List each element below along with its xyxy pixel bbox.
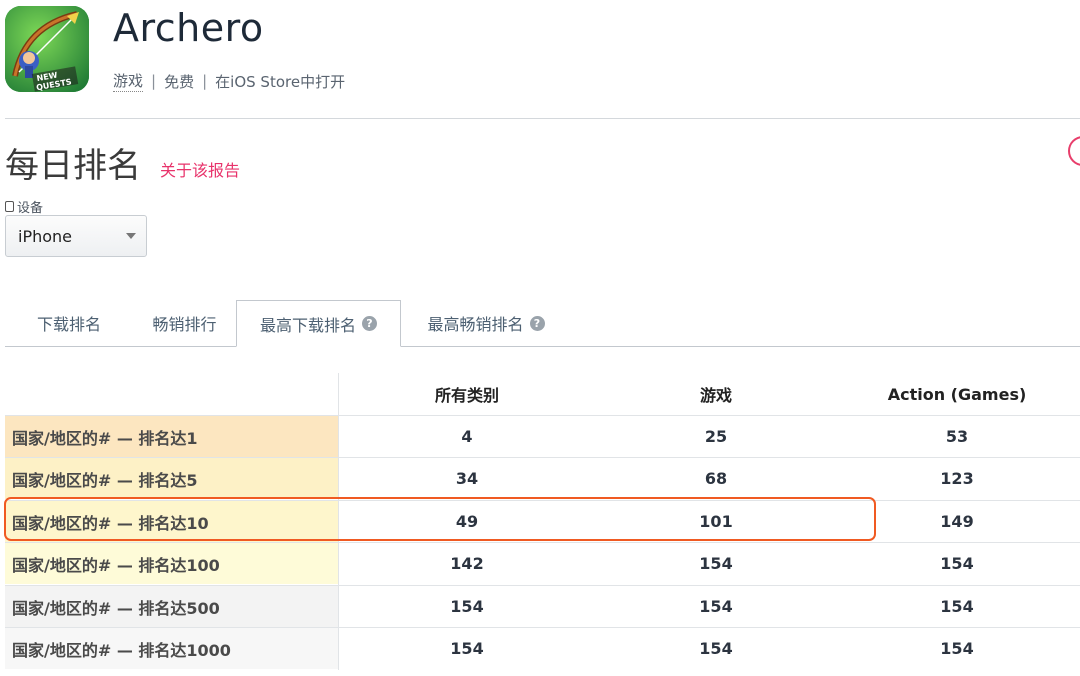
cell-games: 68 [704,469,728,488]
app-meta: 游戏 | 免费 | 在iOS Store中打开 [113,70,345,92]
device-select[interactable]: iPhone [5,215,147,257]
cell-action-games: 53 [945,427,969,446]
app-title: Archero [113,6,264,50]
about-report-link[interactable]: 关于该报告 [160,157,240,181]
cell-games: 154 [699,554,733,573]
cell-all-categories: 154 [450,597,484,616]
row-label: 国家/地区的# — 排名达100 [5,543,338,584]
tab-label: 最高畅销排名 [427,315,524,334]
cell-all-categories: 4 [461,427,473,446]
table-row: 国家/地区的# — 排名达500 154 154 154 [5,585,1080,627]
device-label: 设备 [5,197,43,216]
meta-separator: | [151,72,157,90]
category-link[interactable]: 游戏 [113,70,144,92]
cell-action-games: 123 [940,469,974,488]
tab-top-download-rank[interactable]: 最高下载排名 ? [236,300,401,347]
column-header-all-categories: 所有类别 [434,386,499,405]
row-label: 国家/地区的# — 排名达1 [5,416,338,457]
tab-top-grossing-rank[interactable]: 最高畅销排名 ? [411,300,561,346]
cell-all-categories: 154 [450,639,484,658]
archero-logo-icon: NEW QUESTS [5,6,89,92]
cell-all-categories: 142 [450,554,484,573]
column-header-action-games: Action (Games) [887,384,1027,404]
table-row: 国家/地区的# — 排名达1 4 25 53 [5,415,1080,457]
table-row: 国家/地区的# — 排名达1000 154 154 154 [5,627,1080,669]
row-label: 国家/地区的# — 排名达1000 [5,628,338,669]
cell-action-games: 154 [940,639,974,658]
device-icon [5,201,14,212]
column-header-games: 游戏 [699,386,732,405]
highlight-annotation [4,497,876,541]
tab-label: 最高下载排名 [259,315,356,335]
help-icon[interactable]: ? [529,315,545,331]
tab-download-rank[interactable]: 下载排名 [5,300,133,346]
chevron-down-icon [126,233,136,239]
cell-games: 154 [699,639,733,658]
meta-separator: | [202,72,208,90]
device-label-text: 设备 [17,201,44,216]
cell-games: 25 [704,427,728,446]
tab-label: 下载排名 [36,315,101,334]
action-circle-button[interactable] [1068,136,1080,166]
tab-label: 畅销排行 [152,315,217,334]
cell-action-games: 154 [940,597,974,616]
table-row: 国家/地区的# — 排名达5 34 68 123 [5,457,1080,499]
ranking-tabs: 下载排名 畅销排行 最高下载排名 ? 最高畅销排名 ? [5,300,1080,347]
cell-all-categories: 34 [455,469,479,488]
table-row: 国家/地区的# — 排名达100 142 154 154 [5,542,1080,584]
device-selected-value: iPhone [18,226,73,246]
cell-action-games: 154 [940,554,974,573]
header-divider [5,118,1080,119]
price-label: 免费 [164,72,195,91]
section-title: 每日排名 [5,146,141,186]
store-link[interactable]: 在iOS Store中打开 [215,71,345,92]
row-label: 国家/地区的# — 排名达500 [5,586,338,627]
help-icon[interactable]: ? [362,316,377,331]
tab-grossing-rank[interactable]: 畅销排行 [133,300,236,346]
app-icon: NEW QUESTS [5,6,89,92]
row-label: 国家/地区的# — 排名达5 [5,458,338,499]
cell-games: 154 [699,597,733,616]
